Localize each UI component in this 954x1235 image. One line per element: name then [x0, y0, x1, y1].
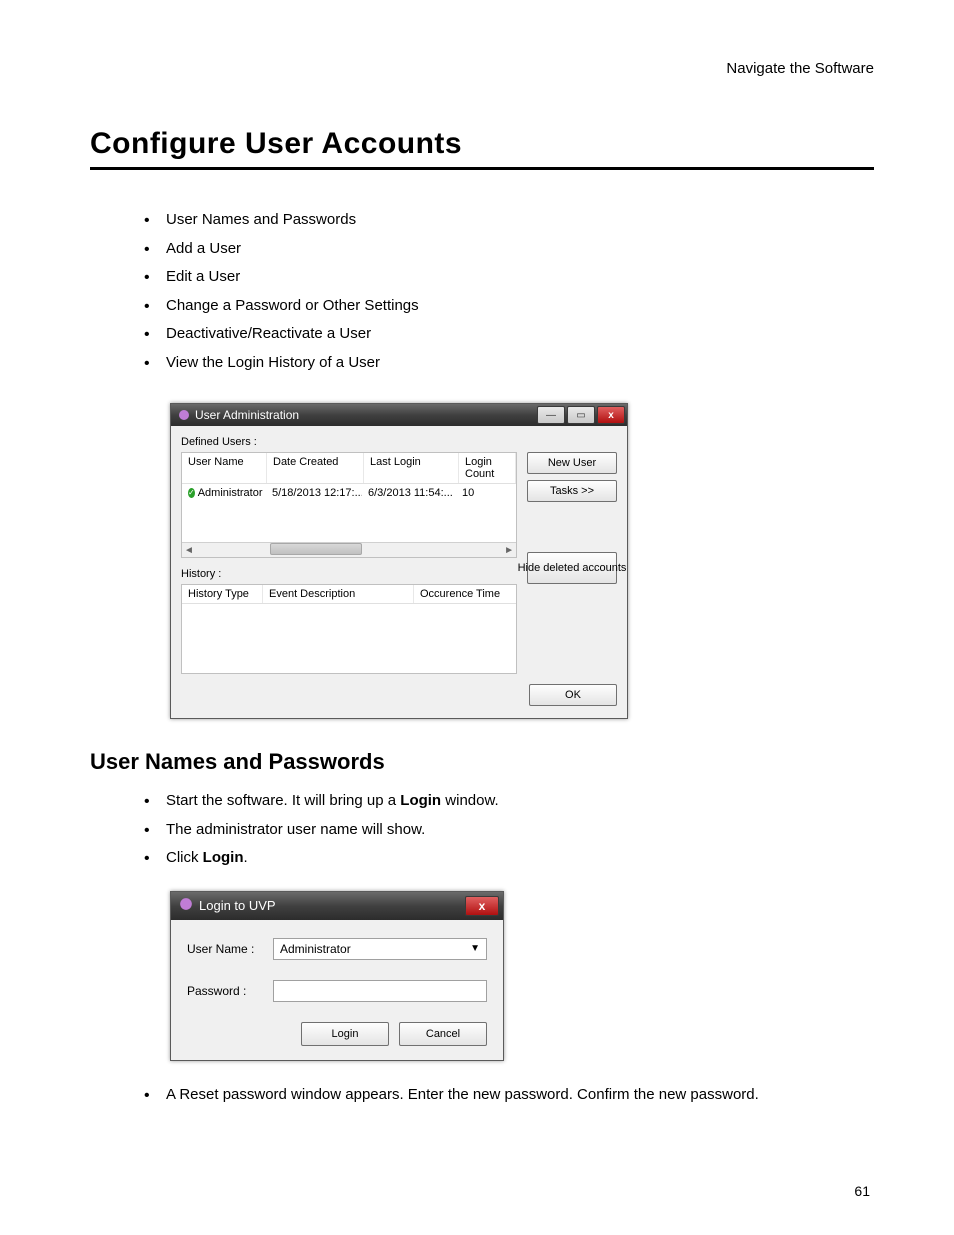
- users-table[interactable]: User Name Date Created Last Login Login …: [181, 452, 517, 558]
- cell-user-name: ✓ Administrator: [182, 484, 266, 502]
- history-header: History Type Event Description Occurence…: [182, 585, 516, 604]
- col-login-count[interactable]: Login Count: [459, 453, 516, 483]
- list-item: Start the software. It will bring up a L…: [138, 787, 874, 816]
- list-item: A Reset password window appears. Enter t…: [138, 1081, 874, 1110]
- ok-button[interactable]: OK: [529, 684, 617, 706]
- col-date-created[interactable]: Date Created: [267, 453, 364, 483]
- col-last-login[interactable]: Last Login: [364, 453, 459, 483]
- chevron-down-icon[interactable]: ▼: [470, 943, 480, 954]
- close-button[interactable]: x: [597, 406, 625, 424]
- step-bold: Login: [203, 849, 244, 866]
- list-item: Click Login.: [138, 844, 874, 873]
- history-label: History :: [181, 568, 517, 580]
- app-icon: [177, 408, 191, 422]
- scroll-right-icon[interactable]: ►: [504, 545, 514, 556]
- scrollbar-thumb[interactable]: [270, 543, 362, 555]
- step-bold: Login: [400, 792, 441, 809]
- login-dialog: Login to UVP x User Name : Administrator…: [170, 891, 504, 1061]
- cell-user-name-text: Administrator: [198, 487, 263, 499]
- cell-date-created: 5/18/2013 12:17:...: [266, 484, 362, 502]
- col-occurence-time[interactable]: Occurence Time: [414, 585, 516, 603]
- horizontal-scrollbar[interactable]: ◄ ►: [182, 542, 516, 557]
- page-title: Configure User Accounts: [90, 127, 874, 161]
- toc-item: View the Login History of a User: [138, 349, 874, 378]
- col-history-type[interactable]: History Type: [182, 585, 263, 603]
- dialog-titlebar: User Administration — ▭ x: [171, 404, 627, 426]
- dialog-titlebar: Login to UVP x: [171, 892, 503, 920]
- close-button[interactable]: x: [465, 896, 499, 916]
- col-user-name[interactable]: User Name: [182, 453, 267, 483]
- hide-deleted-button[interactable]: Hide deleted accounts: [527, 552, 617, 584]
- cell-last-login: 6/3/2013 11:54:...: [362, 484, 456, 502]
- section-heading: User Names and Passwords: [90, 749, 874, 775]
- cancel-button[interactable]: Cancel: [399, 1022, 487, 1046]
- user-administration-dialog: User Administration — ▭ x Defined Users …: [170, 403, 628, 719]
- scroll-left-icon[interactable]: ◄: [184, 545, 194, 556]
- table-header: User Name Date Created Last Login Login …: [182, 453, 516, 484]
- tasks-button[interactable]: Tasks >>: [527, 480, 617, 502]
- toc-item: Deactivative/Reactivate a User: [138, 320, 874, 349]
- maximize-button[interactable]: ▭: [567, 406, 595, 424]
- step-text: window.: [441, 792, 499, 809]
- toc-item: User Names and Passwords: [138, 206, 874, 235]
- user-name-combo[interactable]: Administrator ▼: [273, 938, 487, 960]
- table-row[interactable]: ✓ Administrator 5/18/2013 12:17:... 6/3/…: [182, 484, 516, 502]
- steps-list: Start the software. It will bring up a L…: [138, 787, 874, 873]
- password-field[interactable]: [273, 980, 487, 1002]
- minimize-button[interactable]: —: [537, 406, 565, 424]
- col-event-description[interactable]: Event Description: [263, 585, 414, 603]
- defined-users-label: Defined Users :: [181, 436, 617, 448]
- toc-item: Edit a User: [138, 263, 874, 292]
- history-table[interactable]: History Type Event Description Occurence…: [181, 584, 517, 674]
- app-icon: [179, 897, 193, 914]
- step-text: .: [244, 849, 248, 866]
- dialog-title: Login to UVP: [199, 898, 276, 913]
- list-item: The administrator user name will show.: [138, 816, 874, 845]
- page-number: 61: [854, 1183, 870, 1199]
- header-breadcrumb: Navigate the Software: [90, 60, 874, 77]
- dialog-title: User Administration: [195, 408, 299, 422]
- title-rule: [90, 167, 874, 170]
- step-text: Start the software. It will bring up a: [166, 792, 400, 809]
- new-user-button[interactable]: New User: [527, 452, 617, 474]
- check-icon: ✓: [188, 488, 195, 498]
- step-text: Click: [166, 849, 203, 866]
- user-name-value: Administrator: [280, 942, 351, 956]
- toc-list: User Names and Passwords Add a User Edit…: [138, 206, 874, 377]
- user-name-label: User Name :: [187, 942, 273, 956]
- toc-item: Add a User: [138, 235, 874, 264]
- login-button[interactable]: Login: [301, 1022, 389, 1046]
- toc-item: Change a Password or Other Settings: [138, 292, 874, 321]
- cell-login-count: 10: [456, 484, 516, 502]
- steps-list-2: A Reset password window appears. Enter t…: [138, 1081, 874, 1110]
- password-label: Password :: [187, 984, 273, 998]
